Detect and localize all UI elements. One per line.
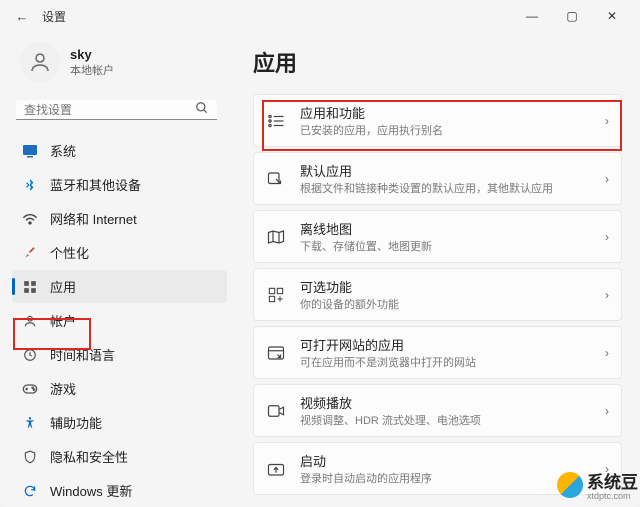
map-icon — [266, 227, 286, 247]
card-sub: 根据文件和链接种类设置的默认应用，其他默认应用 — [300, 180, 591, 196]
card-offline-maps[interactable]: 离线地图 下载、存储位置、地图更新 › — [253, 210, 622, 263]
shield-icon — [22, 449, 38, 465]
close-button[interactable]: ✕ — [592, 2, 632, 30]
card-sub: 下载、存储位置、地图更新 — [300, 238, 591, 254]
chevron-right-icon: › — [605, 346, 609, 360]
person-icon — [22, 313, 38, 329]
sidebar-item-network[interactable]: 网络和 Internet — [12, 202, 227, 235]
card-title: 启动 — [300, 451, 591, 470]
card-sub: 可在应用而不是浏览器中打开的网站 — [300, 354, 591, 370]
accessibility-icon — [22, 415, 38, 431]
brush-icon — [22, 245, 38, 261]
card-title: 视频播放 — [300, 393, 591, 412]
sidebar-item-accessibility[interactable]: 辅助功能 — [12, 406, 227, 439]
chevron-right-icon: › — [605, 404, 609, 418]
search-input[interactable] — [24, 103, 195, 117]
minimize-button[interactable]: — — [512, 2, 552, 30]
sidebar-item-time-lang[interactable]: 时间和语言 — [12, 338, 227, 371]
chevron-right-icon: › — [605, 288, 609, 302]
chevron-right-icon: › — [605, 172, 609, 186]
sidebar-item-privacy[interactable]: 隐私和安全性 — [12, 440, 227, 473]
chevron-right-icon: › — [605, 230, 609, 244]
card-sub: 你的设备的额外功能 — [300, 296, 591, 312]
user-name: sky — [70, 47, 114, 62]
wifi-icon — [22, 211, 38, 227]
display-icon — [22, 143, 38, 159]
sidebar-item-label: 系统 — [50, 141, 76, 160]
card-title: 可打开网站的应用 — [300, 335, 591, 354]
watermark-url: xtdptc.com — [587, 491, 638, 501]
sidebar-item-label: 辅助功能 — [50, 413, 102, 432]
card-title: 应用和功能 — [300, 103, 591, 122]
card-optional-features[interactable]: 可选功能 你的设备的额外功能 › — [253, 268, 622, 321]
nav: 系统 蓝牙和其他设备 网络和 Internet 个性化 — [12, 134, 227, 507]
sidebar-item-label: 应用 — [50, 277, 76, 296]
card-sub: 视频调整、HDR 流式处理、电池选项 — [300, 412, 591, 428]
card-apps-features[interactable]: 应用和功能 已安装的应用，应用执行别名 › — [253, 94, 622, 147]
watermark: 系统豆 xtdptc.com — [557, 468, 638, 501]
user-block[interactable]: sky 本地帐户 — [12, 38, 227, 92]
apps-icon — [22, 279, 38, 295]
sidebar-item-label: 个性化 — [50, 243, 89, 262]
page-title: 应用 — [253, 46, 622, 78]
sidebar-item-accounts[interactable]: 帐户 — [12, 304, 227, 337]
search-box[interactable] — [16, 100, 217, 120]
card-video-playback[interactable]: 视频播放 视频调整、HDR 流式处理、电池选项 › — [253, 384, 622, 437]
sidebar-item-label: 隐私和安全性 — [50, 447, 128, 466]
back-button[interactable]: ← — [8, 2, 36, 30]
card-website-apps[interactable]: 可打开网站的应用 可在应用而不是浏览器中打开的网站 › — [253, 326, 622, 379]
sidebar-item-label: 帐户 — [50, 311, 76, 330]
list-icon — [266, 111, 286, 131]
sidebar-item-label: Windows 更新 — [50, 481, 132, 500]
card-default-apps[interactable]: 默认应用 根据文件和链接种类设置的默认应用，其他默认应用 › — [253, 152, 622, 205]
grid-plus-icon — [266, 285, 286, 305]
sidebar-item-label: 时间和语言 — [50, 345, 115, 364]
watermark-name: 系统豆 — [587, 468, 638, 493]
sidebar-item-label: 网络和 Internet — [50, 209, 137, 228]
sidebar-item-label: 蓝牙和其他设备 — [50, 175, 141, 194]
card-title: 默认应用 — [300, 161, 591, 180]
window-title: 设置 — [42, 8, 66, 25]
default-icon — [266, 169, 286, 189]
startup-icon — [266, 459, 286, 479]
sidebar-item-system[interactable]: 系统 — [12, 134, 227, 167]
video-icon — [266, 401, 286, 421]
sidebar-item-gaming[interactable]: 游戏 — [12, 372, 227, 405]
sidebar-item-bluetooth[interactable]: 蓝牙和其他设备 — [12, 168, 227, 201]
maximize-button[interactable]: ▢ — [552, 2, 592, 30]
clock-icon — [22, 347, 38, 363]
bluetooth-icon — [22, 177, 38, 193]
card-sub: 登录时自动启动的应用程序 — [300, 470, 591, 486]
watermark-logo-icon — [557, 472, 583, 498]
sidebar-item-label: 游戏 — [50, 379, 76, 398]
update-icon — [22, 483, 38, 499]
chevron-right-icon: › — [605, 114, 609, 128]
search-icon — [195, 101, 209, 118]
card-sub: 已安装的应用，应用执行别名 — [300, 122, 591, 138]
browser-icon — [266, 343, 286, 363]
card-title: 可选功能 — [300, 277, 591, 296]
user-account-type: 本地帐户 — [70, 62, 114, 78]
sidebar-item-update[interactable]: Windows 更新 — [12, 474, 227, 507]
avatar — [20, 42, 60, 82]
card-title: 离线地图 — [300, 219, 591, 238]
sidebar-item-apps[interactable]: 应用 — [12, 270, 227, 303]
gaming-icon — [22, 381, 38, 397]
sidebar-item-personalization[interactable]: 个性化 — [12, 236, 227, 269]
